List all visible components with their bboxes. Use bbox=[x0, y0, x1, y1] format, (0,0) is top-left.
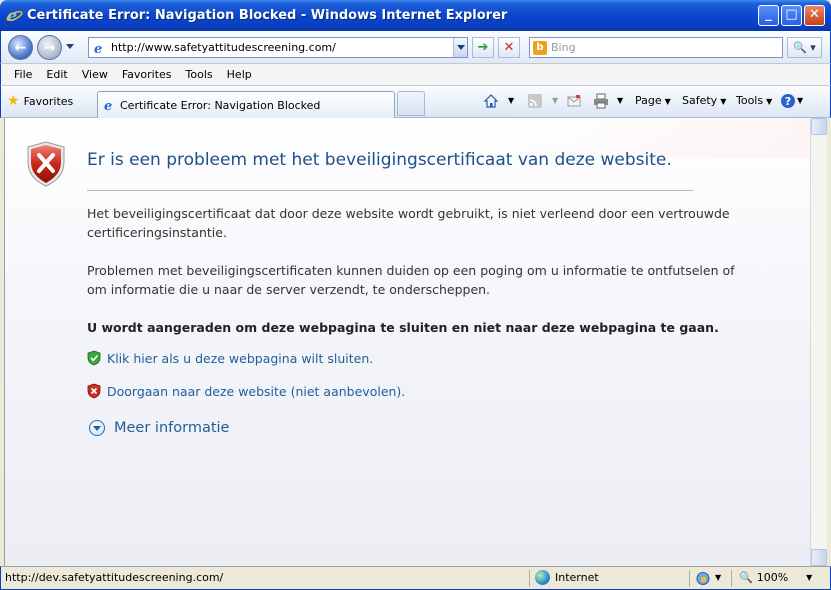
address-input[interactable]: http://www.safetyattitudescreening.com/ bbox=[111, 41, 336, 54]
back-button[interactable]: ← bbox=[8, 35, 33, 60]
address-toolbar: ← → e http://www.safetyattitudescreening… bbox=[0, 31, 831, 63]
help-dropdown-icon[interactable]: ▼ bbox=[797, 96, 803, 105]
untrusted-ca-paragraph: Het beveiligingscertificaat dat door dez… bbox=[87, 206, 730, 240]
forward-button[interactable]: → bbox=[37, 35, 62, 60]
status-bar: http://dev.safetyattitudescreening.com/ … bbox=[0, 566, 831, 590]
page-menu-button[interactable]: Page ▼ bbox=[635, 94, 671, 107]
red-shield-icon bbox=[87, 383, 101, 399]
star-icon: ★ bbox=[7, 93, 20, 109]
zoom-control[interactable]: 🔍 100% ▼ bbox=[739, 571, 812, 584]
forward-arrow-icon: → bbox=[43, 39, 56, 56]
go-button[interactable]: ➔ bbox=[472, 37, 494, 58]
ie-page-icon: e bbox=[104, 99, 112, 112]
bing-icon: b bbox=[533, 41, 547, 55]
mail-icon[interactable] bbox=[566, 93, 582, 109]
home-icon[interactable] bbox=[483, 93, 499, 109]
print-icon[interactable] bbox=[593, 93, 609, 109]
page-menu-label: Page bbox=[635, 94, 662, 107]
menu-file[interactable]: File bbox=[7, 68, 39, 81]
title-bar: e Certificate Error: Navigation Blocked … bbox=[0, 0, 831, 31]
security-zone[interactable]: Internet bbox=[535, 570, 599, 585]
tools-dropdown-icon: ▼ bbox=[766, 97, 773, 106]
back-arrow-icon: ← bbox=[14, 39, 27, 56]
safety-menu-button[interactable]: Safety ▼ bbox=[682, 94, 726, 107]
vertical-scrollbar[interactable] bbox=[810, 118, 827, 566]
protected-mode-icon[interactable] bbox=[695, 571, 711, 586]
favorites-label: Favorites bbox=[23, 94, 74, 108]
menu-favorites[interactable]: Favorites bbox=[115, 68, 179, 81]
recommendation-text: U wordt aangeraden om deze webpagina te … bbox=[87, 320, 719, 335]
help-icon[interactable]: ? bbox=[780, 93, 796, 109]
new-tab-button[interactable] bbox=[397, 91, 425, 116]
green-shield-icon bbox=[87, 350, 101, 366]
menu-view[interactable]: View bbox=[75, 68, 115, 81]
zoom-dropdown-icon: ▼ bbox=[806, 573, 813, 582]
zone-label: Internet bbox=[555, 571, 599, 584]
status-separator bbox=[689, 570, 690, 587]
safety-menu-label: Safety bbox=[682, 94, 718, 107]
status-separator bbox=[529, 570, 530, 587]
close-page-link[interactable]: Klik hier als u deze webpagina wilt slui… bbox=[107, 351, 373, 366]
page-icon: e bbox=[94, 42, 102, 55]
menu-edit[interactable]: Edit bbox=[39, 68, 74, 81]
zoom-level: 100% bbox=[756, 571, 789, 584]
recent-pages-dropdown[interactable] bbox=[66, 44, 74, 49]
svg-text:e: e bbox=[104, 99, 112, 112]
more-info-label: Meer informatie bbox=[114, 420, 230, 436]
error-shield-icon bbox=[27, 141, 65, 187]
stop-button[interactable]: ✕ bbox=[498, 37, 520, 58]
menu-bar: File Edit View Favorites Tools Help bbox=[0, 63, 831, 85]
tools-menu-button[interactable]: Tools ▼ bbox=[736, 94, 772, 107]
protected-mode-dropdown-icon[interactable]: ▼ bbox=[715, 573, 721, 582]
maximize-button[interactable]: □ bbox=[781, 5, 802, 26]
close-window-button[interactable]: ✕ bbox=[804, 5, 825, 26]
page-dropdown-icon: ▼ bbox=[664, 97, 671, 106]
search-input[interactable]: Bing bbox=[551, 41, 576, 54]
status-url: http://dev.safetyattitudescreening.com/ bbox=[5, 571, 224, 584]
scroll-up-button[interactable] bbox=[811, 118, 827, 135]
menu-help[interactable]: Help bbox=[220, 68, 259, 81]
home-dropdown-icon[interactable]: ▼ bbox=[508, 96, 514, 105]
close-page-link-row[interactable]: Klik hier als u deze webpagina wilt slui… bbox=[87, 350, 373, 366]
zoom-magnifier-icon: 🔍 bbox=[739, 571, 753, 584]
page-content: Er is een probleem met het beveiligingsc… bbox=[4, 118, 827, 566]
search-box[interactable]: b Bing bbox=[529, 37, 783, 58]
tab-label: Certificate Error: Navigation Blocked bbox=[120, 99, 321, 112]
feeds-icon[interactable] bbox=[527, 93, 543, 109]
continue-to-website-link[interactable]: Doorgaan naar deze website (niet aanbevo… bbox=[107, 384, 405, 399]
scroll-down-button[interactable] bbox=[811, 549, 827, 566]
print-dropdown-icon[interactable]: ▼ bbox=[617, 96, 623, 105]
tools-menu-label: Tools bbox=[736, 94, 764, 107]
command-bar: ★ Favorites e Certificate Error: Navigat… bbox=[0, 85, 831, 118]
globe-icon bbox=[535, 570, 550, 585]
svg-text:?: ? bbox=[785, 95, 791, 108]
tab-certificate-error[interactable]: e Certificate Error: Navigation Blocked bbox=[97, 91, 395, 118]
favorites-button[interactable]: ★ Favorites bbox=[7, 93, 73, 109]
svg-text:e: e bbox=[94, 42, 102, 55]
safety-dropdown-icon: ▼ bbox=[720, 97, 727, 106]
address-bar[interactable]: e http://www.safetyattitudescreening.com… bbox=[88, 37, 468, 58]
risk-paragraph: Problemen met beveiligingscertificaten k… bbox=[87, 263, 735, 297]
ie-logo-icon: e bbox=[6, 7, 23, 24]
search-button[interactable]: 🔍 ▾ bbox=[787, 37, 822, 58]
continue-link-row[interactable]: Doorgaan naar deze website (niet aanbevo… bbox=[87, 383, 405, 399]
divider bbox=[87, 190, 693, 191]
menu-tools[interactable]: Tools bbox=[179, 68, 220, 81]
window-title: Certificate Error: Navigation Blocked - … bbox=[27, 8, 508, 23]
error-heading: Er is een probleem met het beveiligingsc… bbox=[87, 150, 672, 170]
address-dropdown-button[interactable] bbox=[453, 38, 467, 57]
status-separator bbox=[731, 570, 732, 587]
expand-chevron-icon bbox=[89, 420, 105, 436]
more-info-toggle[interactable]: Meer informatie bbox=[89, 420, 229, 436]
feeds-dropdown-icon[interactable]: ▼ bbox=[552, 96, 558, 105]
minimize-button[interactable]: _ bbox=[758, 5, 779, 26]
